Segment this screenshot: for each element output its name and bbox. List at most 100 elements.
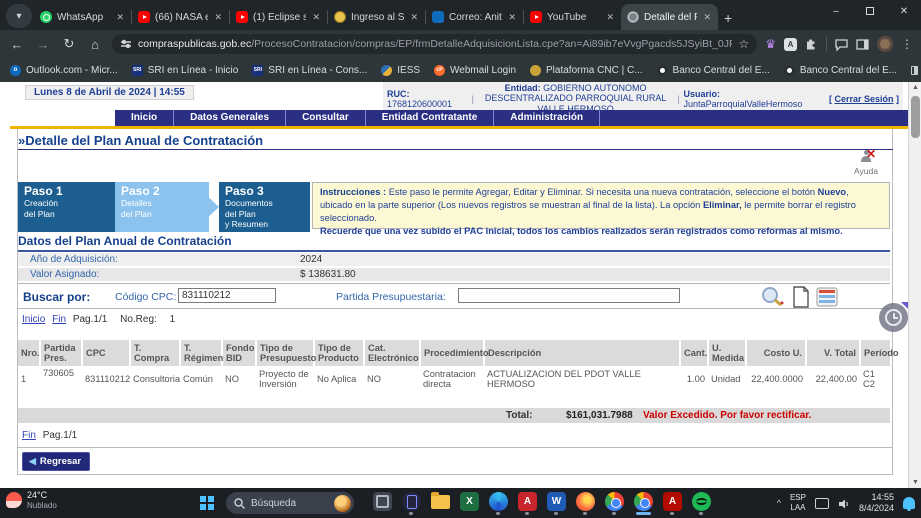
bookmark-sri-inicio[interactable]: SRISRI en Línea - Inicio — [132, 65, 239, 76]
bookmark-outlook[interactable]: oOutlook.com - Micr... — [10, 65, 118, 76]
bookmark-bce-1[interactable]: Banco Central del E... — [657, 65, 770, 76]
step-1-creacion[interactable]: Paso 1 Creación del Plan — [18, 182, 115, 232]
close-tab-icon[interactable]: ✕ — [409, 12, 419, 23]
regresar-button[interactable]: ◀ Regresar — [22, 452, 90, 471]
crown-extension-icon[interactable]: ♛ — [765, 37, 776, 51]
tray-overflow-chevron[interactable]: ^ — [777, 498, 781, 508]
bookmark-star-icon[interactable]: ☆ — [738, 37, 749, 51]
search-magnifier-icon[interactable] — [760, 286, 784, 313]
bookmark-cnc[interactable]: Plataforma CNC | C... — [530, 65, 643, 76]
tab-correo[interactable]: Correo: Anita So ✕ — [426, 4, 523, 30]
address-bar[interactable]: compraspublicas.gob.ec/ProcesoContrataci… — [112, 34, 757, 54]
bookmark-sri-consultas[interactable]: SRISRI en Línea - Cons... — [252, 65, 367, 76]
weather-widget[interactable]: 24°CNublado — [6, 490, 57, 511]
close-tab-icon[interactable]: ✕ — [507, 12, 517, 23]
site-settings-icon[interactable] — [120, 38, 132, 50]
table-row[interactable]: 1 730605 831110212 Consultoria Común NO … — [18, 366, 890, 392]
volume-icon[interactable] — [838, 497, 850, 509]
tab-detalle-plan-active[interactable]: Detalle del Plan ✕ — [621, 4, 718, 30]
total-warning: Valor Excedido. Por favor rectificar. — [643, 410, 811, 421]
page-scrollbar[interactable]: ▲ ▼ — [908, 82, 921, 488]
profile-avatar[interactable] — [877, 36, 893, 52]
taskbar-apps: X A W A — [372, 491, 712, 512]
maximize-icon — [866, 7, 874, 15]
pagination-fin-link[interactable]: Fin — [52, 314, 66, 325]
new-document-icon[interactable] — [792, 286, 810, 313]
translate-icon[interactable]: A — [784, 38, 797, 51]
notification-bell-icon[interactable] — [903, 497, 915, 509]
tab-ingreso-sistema[interactable]: Ingreso al Sistem ✕ — [328, 4, 425, 30]
floating-clock-widget[interactable] — [879, 303, 908, 332]
close-tab-icon[interactable]: ✕ — [702, 12, 712, 23]
bookmark-webmail[interactable]: cPWebmail Login — [434, 65, 516, 76]
window-maximize-button[interactable] — [853, 0, 887, 22]
window-close-button[interactable]: ✕ — [887, 0, 921, 22]
bookmark-bce-2[interactable]: Banco Central del E... — [784, 65, 897, 76]
all-bookmarks-button[interactable]: Todos los marcadores — [911, 59, 921, 81]
word-icon[interactable]: W — [546, 491, 567, 512]
cast-device-icon[interactable] — [815, 498, 829, 509]
menu-administracion[interactable]: Administración — [494, 110, 600, 126]
firefox-icon[interactable] — [575, 491, 596, 512]
acrobat-icon[interactable]: A — [517, 491, 538, 512]
bookmark-iess[interactable]: IESS — [381, 65, 420, 76]
spotify-icon[interactable] — [691, 491, 712, 512]
file-explorer-icon[interactable] — [430, 491, 451, 512]
tab-youtube[interactable]: YouTube ✕ — [524, 4, 621, 30]
close-tab-icon[interactable]: ✕ — [311, 12, 321, 23]
help-button[interactable]: ✕ Ayuda — [851, 148, 881, 176]
close-tab-icon[interactable]: ✕ — [213, 12, 223, 23]
browser-menu-kebab-icon[interactable]: ⋮ — [901, 37, 913, 51]
chrome-icon[interactable] — [604, 491, 625, 512]
crest-icon — [334, 11, 346, 23]
banco-central-icon — [784, 65, 795, 76]
adobe-reader-icon[interactable]: A — [662, 491, 683, 512]
pagination-inicio-link[interactable]: Inicio — [22, 314, 45, 325]
list-view-icon[interactable] — [816, 286, 838, 313]
start-button[interactable] — [200, 496, 214, 510]
logout-link[interactable]: [ Cerrar Sesión ] — [829, 94, 899, 104]
forward-icon[interactable]: → — [34, 37, 52, 52]
whatsapp-icon — [40, 11, 52, 23]
section-title-plan-data: Datos del Plan Anual de Contratación — [18, 234, 890, 252]
close-tab-icon[interactable]: ✕ — [115, 12, 125, 23]
photos-app-icon[interactable] — [372, 491, 393, 512]
tab-search-button[interactable]: ▾ — [6, 4, 32, 28]
step-2-detalles-active[interactable]: Paso 2 Detalles del Plan — [115, 182, 209, 232]
reload-icon[interactable]: ↻ — [60, 36, 78, 52]
main-menu: Inicio Datos Generales Consultar Entidad… — [115, 110, 908, 126]
results-table: Nro. Partida Pres. CPC T. Compra T. Régi… — [18, 340, 890, 392]
scroll-up-icon[interactable]: ▲ — [909, 84, 921, 91]
back-icon[interactable]: ← — [8, 37, 26, 52]
step-3-documentos[interactable]: Paso 3 Documentos del Plan y Resumen — [219, 182, 310, 232]
cpc-input[interactable] — [178, 288, 276, 303]
scrollbar-thumb[interactable] — [911, 96, 920, 138]
new-tab-button[interactable]: + — [724, 10, 732, 26]
menu-consultar[interactable]: Consultar — [286, 110, 366, 126]
scroll-down-icon[interactable]: ▼ — [909, 479, 921, 486]
partida-input[interactable] — [458, 288, 680, 303]
menu-datos-generales[interactable]: Datos Generales — [174, 110, 286, 126]
edge-icon[interactable] — [488, 491, 509, 512]
excel-icon[interactable]: X — [459, 491, 480, 512]
phone-link-icon[interactable] — [401, 491, 422, 512]
taskbar-search[interactable]: Búsqueda — [226, 492, 354, 514]
tab-whatsapp[interactable]: WhatsApp ✕ — [34, 4, 131, 30]
menu-entidad-contratante[interactable]: Entidad Contratante — [366, 110, 495, 126]
extensions-puzzle-icon[interactable] — [805, 38, 818, 51]
home-icon[interactable]: ⌂ — [86, 37, 104, 52]
tab-nasa[interactable]: (66) NASA en Es ✕ — [132, 4, 229, 30]
tray-clock[interactable]: 14:558/4/2024 — [859, 492, 894, 515]
tab-eclipse[interactable]: (1) Eclipse solar ✕ — [230, 4, 327, 30]
chrome-active-icon[interactable] — [633, 491, 654, 512]
window-minimize-button[interactable]: – — [819, 0, 853, 22]
close-tab-icon[interactable]: ✕ — [605, 12, 615, 23]
chat-icon[interactable] — [835, 38, 848, 51]
web-page: Lunes 8 de Abril de 2024 | 14:55 RUC: 17… — [0, 82, 921, 488]
pagination-fin-link[interactable]: Fin — [22, 430, 36, 441]
language-indicator[interactable]: ESPLAA — [790, 493, 806, 512]
outlook-icon — [432, 11, 444, 23]
total-bar: Total: $161,031.7988 Valor Excedido. Por… — [18, 408, 890, 423]
side-panel-icon[interactable] — [856, 38, 869, 51]
menu-inicio[interactable]: Inicio — [115, 110, 174, 126]
